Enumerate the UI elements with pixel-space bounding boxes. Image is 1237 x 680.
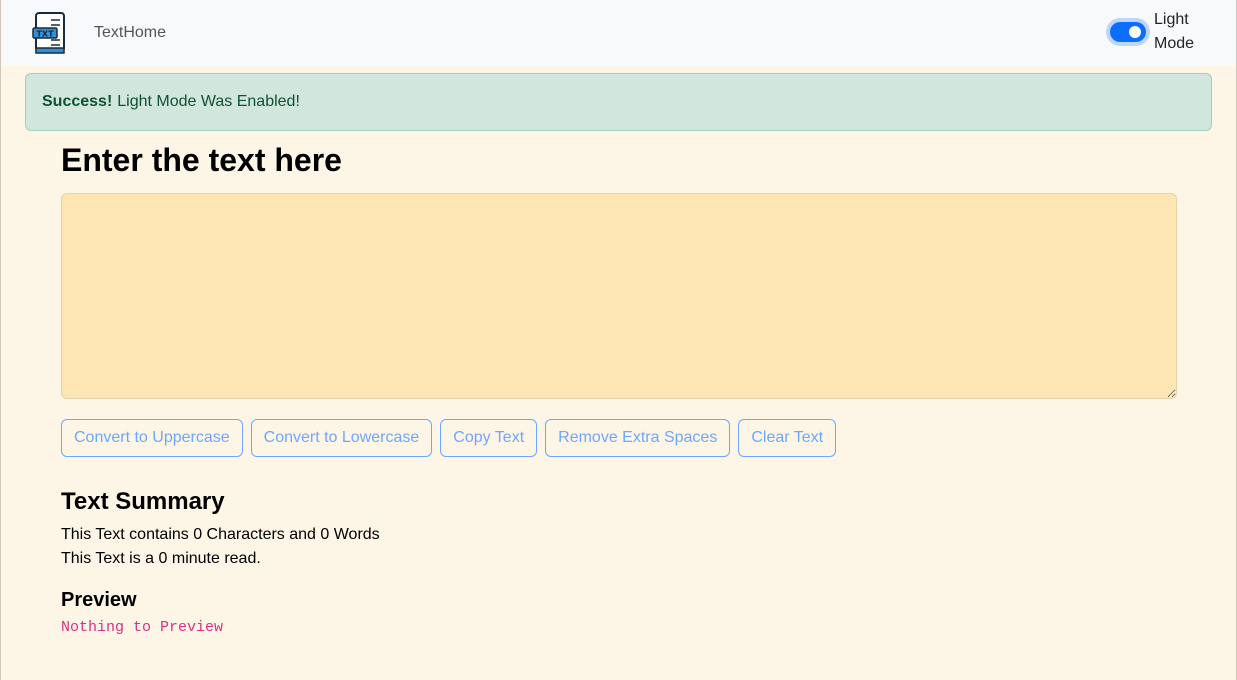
text-input[interactable] xyxy=(61,193,1177,399)
uppercase-button[interactable]: Convert to Uppercase xyxy=(61,419,243,457)
txt-file-icon[interactable]: TXT xyxy=(31,12,69,54)
summary-heading: Text Summary xyxy=(61,488,225,515)
text-summary: Text Summary This Text contains 0 Charac… xyxy=(61,487,1177,571)
clear-text-button[interactable]: Clear Text xyxy=(738,419,837,457)
page-title: Enter the text here xyxy=(61,142,342,178)
navbar: TXT TextHome Light Mode xyxy=(1,0,1236,66)
svg-text:TXT: TXT xyxy=(36,30,54,39)
alert-title: Success! xyxy=(42,93,113,110)
toggle-switch[interactable] xyxy=(1110,22,1146,42)
summary-counts: This Text contains 0 Characters and 0 Wo… xyxy=(61,526,380,543)
copy-text-button[interactable]: Copy Text xyxy=(440,419,538,457)
summary-read-time: This Text is a 0 minute read. xyxy=(61,550,261,567)
success-alert: Success! Light Mode Was Enabled! xyxy=(25,73,1212,131)
brand-link[interactable]: TextHome xyxy=(94,24,166,42)
preview-text: Nothing to Preview xyxy=(61,619,224,636)
lowercase-button[interactable]: Convert to Lowercase xyxy=(250,419,433,457)
main-container: Enter the text here Convert to Uppercase… xyxy=(61,140,1177,636)
light-mode-toggle[interactable]: Light Mode xyxy=(1110,8,1198,56)
action-buttons: Convert to Uppercase Convert to Lowercas… xyxy=(61,419,1177,457)
remove-spaces-button[interactable]: Remove Extra Spaces xyxy=(545,419,731,457)
preview-heading: Preview xyxy=(61,589,137,611)
alert-message: Light Mode Was Enabled! xyxy=(117,93,300,110)
toggle-label[interactable]: Light Mode xyxy=(1154,8,1198,56)
